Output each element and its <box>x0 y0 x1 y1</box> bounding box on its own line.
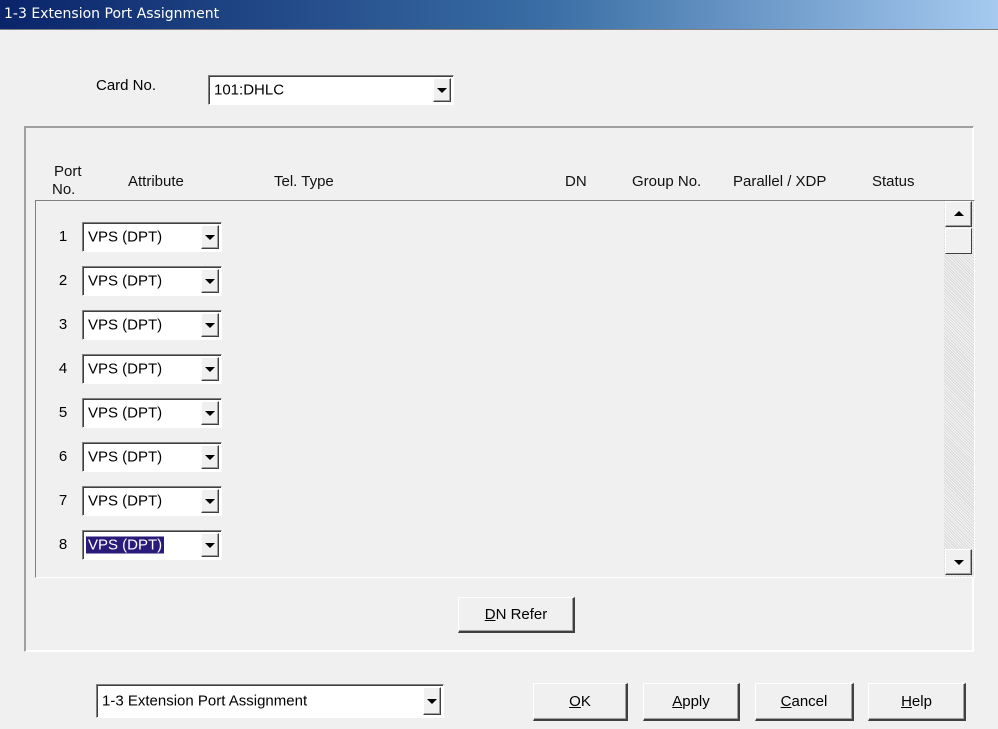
ok-label: OK <box>569 693 591 710</box>
table-row: 4 VPS (DPT) <box>36 354 936 384</box>
attribute-value: VPS (DPT) <box>88 492 163 510</box>
port-number: 8 <box>58 536 68 553</box>
apply-label: Apply <box>672 693 710 710</box>
attribute-select[interactable]: VPS (DPT) <box>82 486 222 516</box>
port-list[interactable]: 1 VPS (DPT) 2 VPS (DPT) 3 VPS (DPT) 4 VP… <box>35 200 975 578</box>
attribute-value: VPS (DPT) <box>84 535 166 555</box>
attribute-value: VPS (DPT) <box>88 316 163 334</box>
apply-button[interactable]: Apply <box>643 683 740 721</box>
port-number: 6 <box>58 448 68 465</box>
header-port: Port <box>54 163 82 180</box>
attribute-select[interactable]: VPS (DPT) <box>82 442 222 472</box>
header-attribute: Attribute <box>128 173 184 190</box>
ok-button[interactable]: OK <box>533 683 628 721</box>
table-row: 5 VPS (DPT) <box>36 398 936 428</box>
attribute-select-selected[interactable]: VPS (DPT) <box>82 530 222 560</box>
attribute-value: VPS (DPT) <box>88 448 163 466</box>
window-title: 1-3 Extension Port Assignment <box>4 6 220 22</box>
scroll-up-icon[interactable] <box>945 201 972 227</box>
dialog-client: Card No. 101:DHLC Port No. Attribute Tel… <box>0 30 998 729</box>
dropdown-arrow-icon[interactable] <box>201 225 219 249</box>
card-no-value: 101:DHLC <box>214 81 285 99</box>
scroll-thumb[interactable] <box>945 228 972 254</box>
attribute-select[interactable]: VPS (DPT) <box>82 398 222 428</box>
dropdown-arrow-icon[interactable] <box>201 445 219 469</box>
port-number: 2 <box>58 272 68 289</box>
dropdown-arrow-icon[interactable] <box>201 313 219 337</box>
header-dn: DN <box>565 173 587 190</box>
table-row: 8 VPS (DPT) <box>36 530 936 560</box>
attribute-select[interactable]: VPS (DPT) <box>82 354 222 384</box>
table-row: 7 VPS (DPT) <box>36 486 936 516</box>
dn-refer-button[interactable]: DN Refer <box>458 597 575 633</box>
scroll-down-icon[interactable] <box>945 549 972 575</box>
help-button[interactable]: Help <box>868 683 966 721</box>
card-no-select[interactable]: 101:DHLC <box>208 75 454 105</box>
attribute-select[interactable]: VPS (DPT) <box>82 266 222 296</box>
attribute-select[interactable]: VPS (DPT) <box>82 310 222 340</box>
dropdown-arrow-icon[interactable] <box>433 78 451 102</box>
port-number: 4 <box>58 360 68 377</box>
dn-refer-label: DN Refer <box>484 606 548 623</box>
table-row: 3 VPS (DPT) <box>36 310 936 340</box>
page-select[interactable]: 1-3 Extension Port Assignment <box>96 684 444 718</box>
port-number: 5 <box>58 404 68 421</box>
card-no-label: Card No. <box>96 77 157 94</box>
table-row: 6 VPS (DPT) <box>36 442 936 472</box>
dropdown-arrow-icon[interactable] <box>201 533 219 557</box>
header-parallel-xdp: Parallel / XDP <box>733 173 827 190</box>
attribute-select[interactable]: VPS (DPT) <box>82 222 222 252</box>
header-tel-type: Tel. Type <box>274 173 334 190</box>
table-row: 1 VPS (DPT) <box>36 222 936 252</box>
page-select-value: 1-3 Extension Port Assignment <box>102 692 308 710</box>
port-number: 1 <box>58 228 68 245</box>
dropdown-arrow-icon[interactable] <box>201 401 219 425</box>
dropdown-arrow-icon[interactable] <box>201 489 219 513</box>
attribute-value: VPS (DPT) <box>88 228 163 246</box>
cancel-label: Cancel <box>780 693 828 710</box>
port-number: 3 <box>58 316 68 333</box>
port-number: 7 <box>58 492 68 509</box>
table-row: 2 VPS (DPT) <box>36 266 936 296</box>
header-port-no: No. <box>52 181 76 198</box>
header-status: Status <box>872 173 915 190</box>
help-label: Help <box>901 693 932 710</box>
dropdown-arrow-icon[interactable] <box>201 357 219 381</box>
attribute-value: VPS (DPT) <box>88 404 163 422</box>
attribute-value: VPS (DPT) <box>88 272 163 290</box>
dropdown-arrow-icon[interactable] <box>423 687 441 715</box>
header-group-no: Group No. <box>632 173 702 190</box>
dropdown-arrow-icon[interactable] <box>201 269 219 293</box>
title-bar: 1-3 Extension Port Assignment <box>0 0 998 30</box>
cancel-button[interactable]: Cancel <box>755 683 854 721</box>
attribute-value: VPS (DPT) <box>88 360 163 378</box>
vertical-scrollbar[interactable] <box>944 201 974 577</box>
